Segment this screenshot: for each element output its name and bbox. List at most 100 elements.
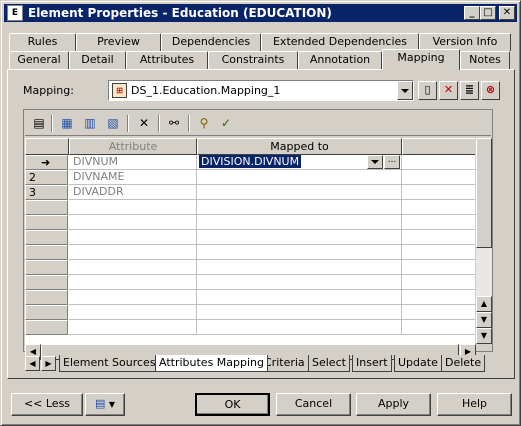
arrow-down-icon: ▼ — [480, 315, 488, 324]
toolbar-separator — [51, 115, 53, 132]
delete-mapping-button[interactable]: ✕ — [439, 81, 458, 100]
tab-general[interactable]: General — [9, 51, 69, 69]
tab-attributes-mapping[interactable]: Attributes Mapping — [155, 355, 269, 372]
attribute-cell[interactable] — [69, 245, 197, 260]
mapping-select[interactable]: ⊞ DS_1.Education.Mapping_1 — [108, 80, 414, 101]
row-header[interactable] — [25, 245, 68, 260]
mapped-to-cell-editing[interactable]: DIVISION.DIVNUM ... — [197, 155, 402, 170]
empty-cell — [402, 215, 475, 230]
mapped-to-ellipsis-button[interactable]: ... — [384, 155, 400, 169]
insert-row-button[interactable]: ▥ — [80, 114, 100, 133]
empty-cell — [402, 200, 475, 215]
mapped-to-cell[interactable] — [197, 260, 402, 275]
row-header[interactable] — [25, 290, 68, 305]
mapped-to-cell[interactable] — [197, 320, 402, 335]
row-header[interactable] — [25, 320, 68, 335]
row-header-current[interactable]: ➜ — [25, 155, 68, 170]
tab-dependencies[interactable]: Dependencies — [161, 33, 261, 51]
bottom-tabs-scroll-right[interactable]: ▶ — [41, 356, 56, 371]
tab-attributes[interactable]: Attributes — [126, 51, 208, 69]
row-header[interactable] — [25, 230, 68, 245]
attribute-cell[interactable]: DIVADDR — [69, 185, 197, 200]
maximize-button[interactable]: □ — [480, 6, 496, 20]
mapped-to-cell[interactable] — [197, 290, 402, 305]
tab-select[interactable]: Select — [308, 355, 350, 372]
tab-element-sources[interactable]: Element Sources — [59, 355, 160, 372]
ok-button[interactable]: OK — [195, 393, 270, 416]
find-button[interactable]: ⚯ — [164, 114, 184, 133]
attribute-cell[interactable] — [69, 260, 197, 275]
mapped-to-cell[interactable] — [197, 170, 402, 185]
row-header[interactable] — [25, 215, 68, 230]
mapped-to-cell[interactable] — [197, 185, 402, 200]
mapped-to-cell[interactable] — [197, 245, 402, 260]
attribute-cell[interactable]: DIVNUM — [69, 155, 197, 170]
tab-detail[interactable]: Detail — [69, 51, 126, 69]
remove-mapping-button[interactable]: ⊗ — [481, 81, 500, 100]
scroll-end-button[interactable]: ▼ — [476, 328, 492, 344]
apply-button[interactable]: Apply — [356, 393, 431, 416]
delete-row-button[interactable]: ✕ — [134, 114, 154, 133]
tab-rules[interactable]: Rules — [9, 33, 76, 51]
mapped-to-cell[interactable] — [197, 230, 402, 245]
attribute-cell[interactable] — [69, 230, 197, 245]
minimize-button[interactable]: _ — [464, 6, 480, 20]
filter-button[interactable]: ⚲ — [194, 114, 214, 133]
mapped-to-cell[interactable] — [197, 215, 402, 230]
printer-icon: ▤ — [94, 397, 106, 410]
toolbar-separator — [158, 115, 160, 132]
attribute-cell[interactable] — [69, 305, 197, 320]
print-button[interactable]: ▤ ▼ — [85, 393, 125, 416]
attribute-cell[interactable] — [69, 275, 197, 290]
mapped-to-dropdown-button[interactable] — [367, 155, 383, 169]
app-icon: E — [7, 5, 23, 21]
add-row-button[interactable]: ▧ — [103, 114, 123, 133]
vertical-scrollbar[interactable]: ▲ ▼ ▼ — [476, 138, 492, 344]
attribute-cell[interactable] — [69, 320, 197, 335]
arrow-right-icon: ▶ — [45, 359, 52, 368]
properties-toolbar-button[interactable]: ▤ — [29, 114, 49, 133]
window-title: Element Properties - Education (EDUCATIO… — [28, 6, 332, 20]
clear-filter-button[interactable]: ✓ — [216, 114, 236, 133]
tab-mapping[interactable]: Mapping — [382, 49, 460, 70]
scroll-up-button[interactable]: ▲ — [476, 296, 492, 312]
row-header[interactable] — [25, 260, 68, 275]
attribute-cell[interactable] — [69, 215, 197, 230]
add-rows-icon: ▦ — [61, 116, 73, 130]
row-header[interactable] — [25, 200, 68, 215]
scroll-down-button[interactable]: ▼ — [476, 312, 492, 328]
mapping-dropdown-button[interactable] — [397, 81, 413, 100]
attribute-cell[interactable] — [69, 200, 197, 215]
row-header[interactable] — [25, 305, 68, 320]
tab-preview[interactable]: Preview — [76, 33, 161, 51]
row-header[interactable]: 3 — [25, 185, 68, 200]
create-mapping-button[interactable]: ▯ — [418, 81, 437, 100]
grid-toolbar: ▤ ▦ ▥ ▧ ✕ ⚯ ⚲ ✓ — [25, 111, 491, 136]
scrollbar-thumb[interactable] — [476, 138, 492, 248]
tab-annotation[interactable]: Annotation — [298, 51, 382, 69]
less-button[interactable]: << Less — [11, 393, 83, 416]
close-button[interactable]: ✕ — [499, 6, 515, 20]
tab-delete[interactable]: Delete — [441, 355, 486, 372]
bottom-tabs-scroll-left[interactable]: ◀ — [25, 356, 40, 371]
mapped-to-cell[interactable] — [197, 305, 402, 320]
add-rows-button[interactable]: ▦ — [57, 114, 77, 133]
row-header[interactable]: 2 — [25, 170, 68, 185]
row-header[interactable] — [25, 275, 68, 290]
tab-constraints[interactable]: Constraints — [208, 51, 298, 69]
mapped-to-cell[interactable] — [197, 275, 402, 290]
mapping-properties-button[interactable]: ≣ — [460, 81, 479, 100]
mapped-to-column-header[interactable]: Mapped to — [197, 138, 402, 155]
help-button[interactable]: Help — [437, 393, 512, 416]
delete-icon: ✕ — [443, 83, 454, 96]
tab-insert[interactable]: Insert — [352, 355, 392, 372]
attribute-column-header[interactable]: Attribute — [69, 138, 197, 155]
attribute-cell[interactable]: DIVNAME — [69, 170, 197, 185]
empty-cell — [402, 290, 475, 305]
tab-update[interactable]: Update — [394, 355, 442, 372]
cancel-button[interactable]: Cancel — [276, 393, 351, 416]
title-bar[interactable]: E Element Properties - Education (EDUCAT… — [4, 4, 517, 22]
attribute-cell[interactable] — [69, 290, 197, 305]
tab-notes[interactable]: Notes — [460, 51, 510, 69]
mapped-to-cell[interactable] — [197, 200, 402, 215]
